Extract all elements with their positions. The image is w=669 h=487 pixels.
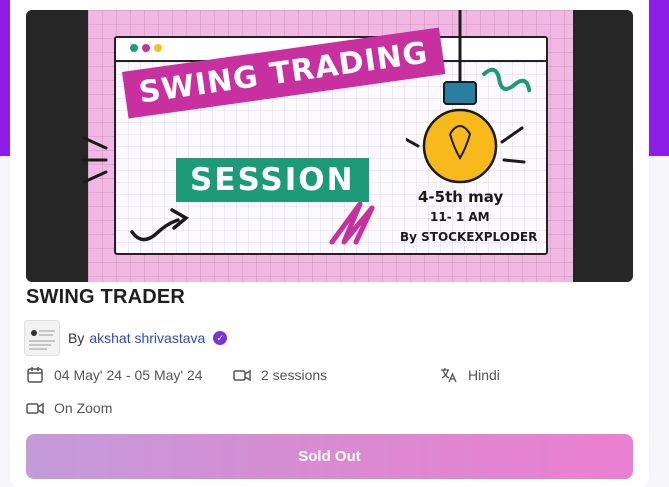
- sessions-count: 2 sessions: [261, 367, 328, 383]
- sold-out-button[interactable]: Sold Out: [26, 434, 633, 479]
- author-row: By akshat shrivastava ✓: [68, 330, 228, 346]
- event-banner: SWING TRADING SESSION 4-5th may 11- 1 AM…: [26, 10, 633, 282]
- burst-lines-icon: [80, 136, 108, 184]
- date-range-text: 04 May' 24 - 05 May' 24: [54, 367, 203, 383]
- platform-text: On Zoom: [54, 400, 113, 416]
- window-dot-yellow: [154, 44, 162, 52]
- event-card: SWING TRADING SESSION 4-5th may 11- 1 AM…: [10, 0, 649, 487]
- by-label: By: [68, 330, 85, 346]
- translate-icon: [441, 368, 457, 383]
- avatar[interactable]: [24, 320, 60, 356]
- language-row: Hindi: [440, 366, 500, 384]
- calendar-icon: [27, 367, 43, 383]
- date-range-row: 04 May' 24 - 05 May' 24: [26, 366, 203, 384]
- avatar-thumbnail-icon: [29, 330, 55, 350]
- language-text: Hindi: [468, 367, 500, 383]
- curved-arrow-icon: [130, 208, 190, 242]
- banner-title-line2: SESSION: [176, 158, 369, 202]
- course-title: SWING TRADER: [26, 286, 186, 308]
- video-icon: [233, 369, 251, 382]
- banner-byline: By STOCKEXPLODER: [400, 230, 538, 244]
- window-dot-pink: [142, 44, 150, 52]
- platform-row: On Zoom: [26, 399, 112, 417]
- author-link[interactable]: akshat shrivastava: [89, 330, 205, 346]
- banner-dates: 4-5th may: [418, 188, 504, 206]
- banner-poster: SWING TRADING SESSION 4-5th may 11- 1 AM…: [80, 10, 573, 282]
- squiggle-icon: [482, 67, 532, 93]
- sessions-row: 2 sessions: [233, 366, 327, 384]
- video-icon: [26, 402, 44, 415]
- verified-badge-icon: ✓: [213, 331, 228, 345]
- window-dot-green: [130, 44, 138, 52]
- pink-scribble-icon: [329, 201, 375, 245]
- banner-time: 11- 1 AM: [430, 210, 490, 224]
